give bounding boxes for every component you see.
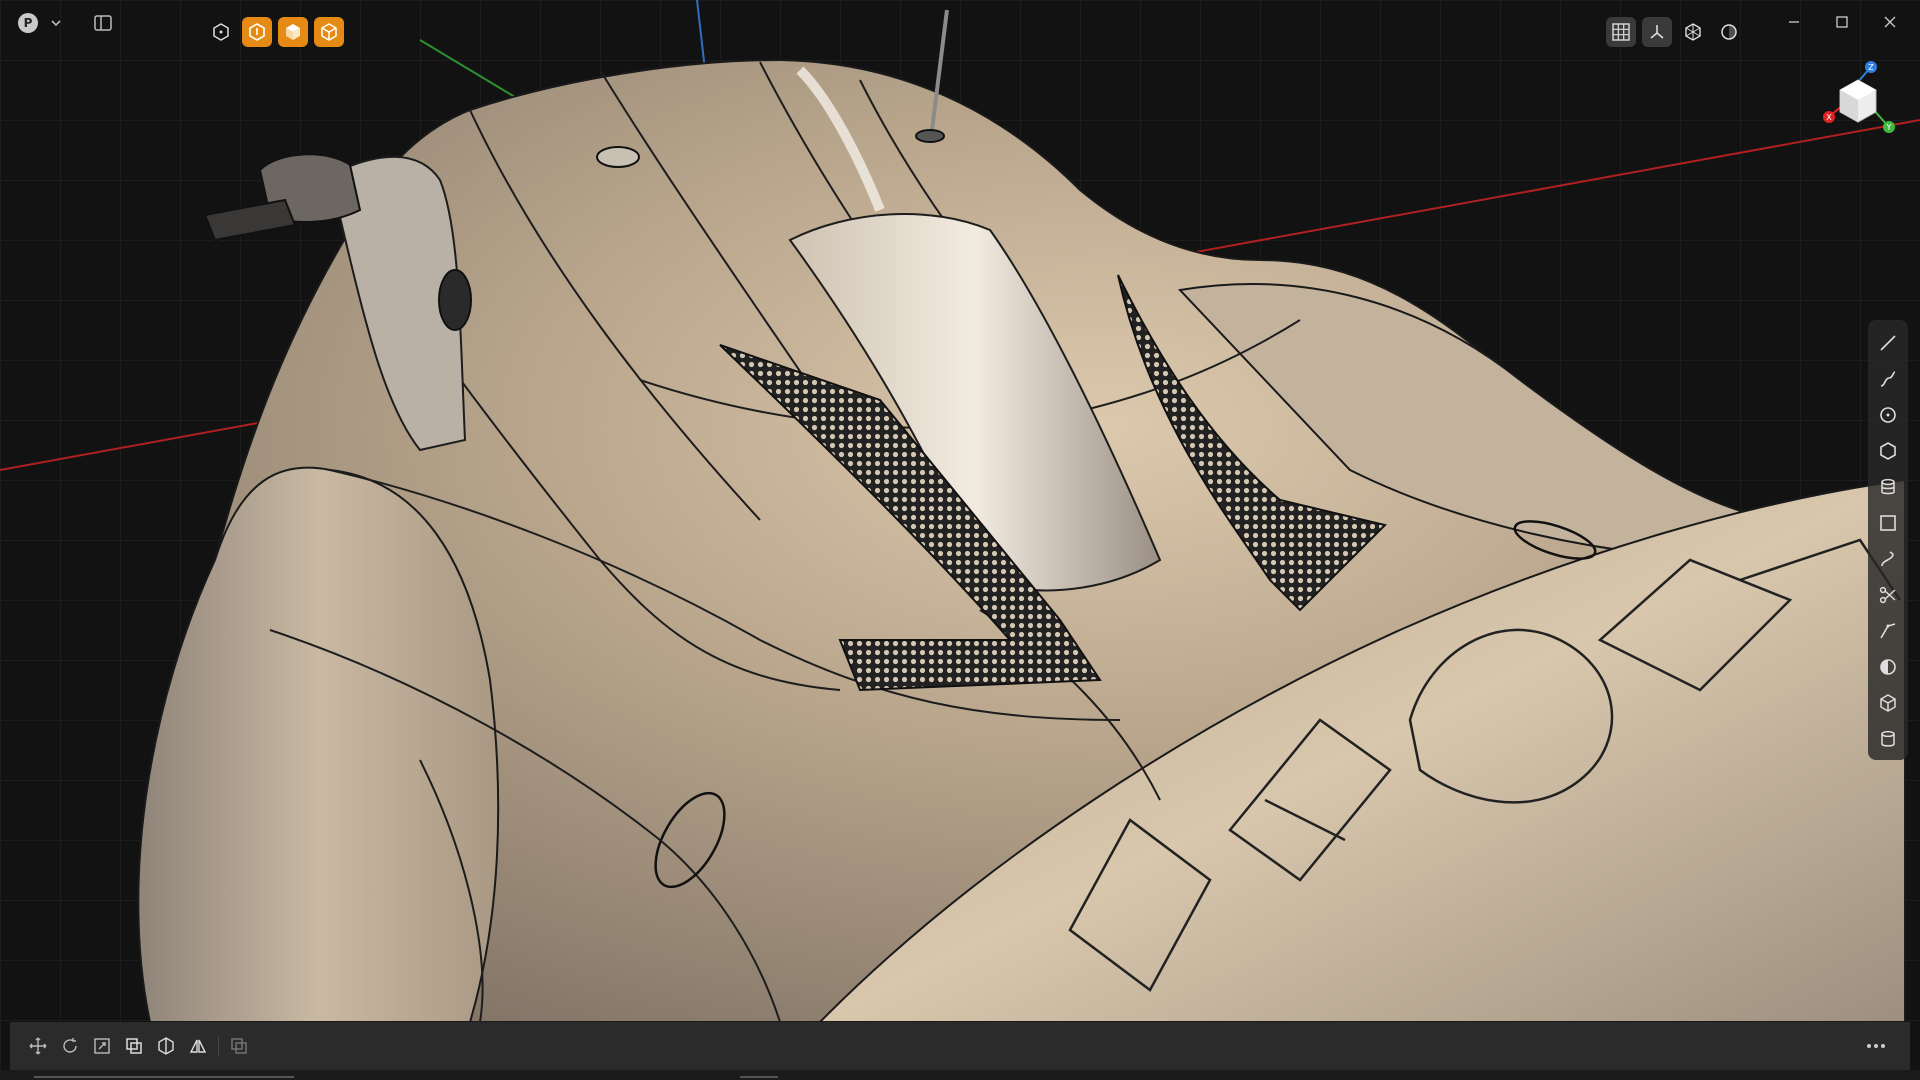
sphere-net-icon bbox=[1685, 23, 1701, 41]
transform-button[interactable] bbox=[150, 1030, 182, 1062]
wireframe-toggle-button[interactable] bbox=[1678, 17, 1708, 47]
curve-tool-button[interactable] bbox=[1871, 362, 1905, 396]
navigation-cube[interactable]: Z X Y bbox=[1818, 58, 1898, 138]
line-tool-button[interactable] bbox=[1871, 326, 1905, 360]
curve-tool-icon bbox=[1880, 371, 1896, 387]
scissors-tool-button[interactable] bbox=[1871, 578, 1905, 612]
bottom-toolbar bbox=[10, 1022, 1910, 1070]
close-icon bbox=[1884, 16, 1896, 28]
circle-tool-button[interactable] bbox=[1871, 398, 1905, 432]
mirror-icon bbox=[189, 1039, 207, 1053]
cylinder-tool-button[interactable] bbox=[1871, 722, 1905, 756]
cylinder-tool-icon bbox=[1881, 730, 1895, 747]
rotate-icon bbox=[63, 1038, 77, 1053]
solid-mode-icon bbox=[286, 24, 300, 40]
stack-tool-icon bbox=[1881, 478, 1895, 495]
minimize-icon bbox=[1789, 21, 1799, 23]
duplicate-button[interactable] bbox=[118, 1030, 150, 1062]
spline-tool-button[interactable] bbox=[1871, 542, 1905, 576]
timeline-track bbox=[34, 1076, 294, 1078]
cube-mode-icon bbox=[321, 23, 337, 41]
title-bar-left: P bbox=[18, 12, 114, 34]
box-tool-button[interactable] bbox=[1871, 686, 1905, 720]
stack-tool-button[interactable] bbox=[1871, 470, 1905, 504]
line-tool-icon bbox=[1880, 335, 1896, 351]
polygon-tool-icon bbox=[1880, 442, 1896, 460]
mirror-light bbox=[438, 269, 472, 331]
rectangle-tool-icon bbox=[1880, 515, 1896, 531]
x-axis-label: X bbox=[1826, 113, 1832, 122]
offset-tool-button[interactable] bbox=[1871, 614, 1905, 648]
maximize-button[interactable] bbox=[1818, 6, 1866, 38]
edit-mode-icon bbox=[249, 23, 265, 41]
move-button[interactable] bbox=[22, 1030, 54, 1062]
circle-icon bbox=[1721, 24, 1737, 40]
grid-icon bbox=[1612, 23, 1630, 41]
minimize-button[interactable] bbox=[1770, 6, 1818, 38]
close-button[interactable] bbox=[1866, 6, 1914, 38]
view-toolbar bbox=[1606, 17, 1744, 47]
more-options-button[interactable] bbox=[1860, 1030, 1892, 1062]
copy-icon bbox=[231, 1038, 247, 1054]
object-mode-button[interactable] bbox=[206, 17, 236, 47]
axes-toggle-button[interactable] bbox=[1642, 17, 1672, 47]
polygon-tool-button[interactable] bbox=[1871, 434, 1905, 468]
mode-toolbar bbox=[206, 17, 344, 47]
maximize-icon bbox=[1836, 16, 1848, 28]
chevron-down-icon[interactable] bbox=[48, 15, 64, 31]
3d-viewport[interactable] bbox=[0, 0, 1920, 1080]
fuel-cap bbox=[596, 146, 640, 168]
shading-toggle-button[interactable] bbox=[1714, 17, 1744, 47]
scissors-tool-icon bbox=[1879, 586, 1896, 604]
panel-toggle-icon[interactable] bbox=[92, 12, 114, 34]
mirror-button[interactable] bbox=[182, 1030, 214, 1062]
move-icon bbox=[29, 1037, 47, 1055]
circle-tool-icon bbox=[1880, 407, 1896, 423]
antenna-base bbox=[915, 129, 945, 143]
object-mode-icon bbox=[213, 23, 229, 41]
scale-button[interactable] bbox=[86, 1030, 118, 1062]
solid-mode-button[interactable] bbox=[278, 17, 308, 47]
half-circle-tool-icon bbox=[1880, 659, 1896, 675]
copy-button[interactable] bbox=[223, 1030, 255, 1062]
right-toolbar bbox=[1868, 320, 1908, 760]
scale-icon bbox=[94, 1038, 110, 1054]
y-axis-label: Y bbox=[1886, 123, 1892, 132]
half-circle-tool-button[interactable] bbox=[1871, 650, 1905, 684]
edit-mode-button[interactable] bbox=[242, 17, 272, 47]
duplicate-icon bbox=[126, 1038, 142, 1054]
z-axis-label: Z bbox=[1868, 63, 1874, 72]
transform-icon bbox=[158, 1037, 174, 1055]
cube-mode-button[interactable] bbox=[314, 17, 344, 47]
more-icon bbox=[1867, 1044, 1885, 1048]
profile-avatar[interactable]: P bbox=[18, 13, 38, 33]
status-strip bbox=[0, 1070, 1920, 1080]
timeline-marker bbox=[740, 1076, 778, 1078]
box-tool-icon bbox=[1880, 694, 1896, 712]
grid-toggle-button[interactable] bbox=[1606, 17, 1636, 47]
rotate-button[interactable] bbox=[54, 1030, 86, 1062]
window-controls bbox=[1770, 6, 1914, 38]
axes-icon bbox=[1650, 25, 1664, 39]
toolbar-divider bbox=[218, 1036, 219, 1056]
rectangle-tool-button[interactable] bbox=[1871, 506, 1905, 540]
spline-tool-icon bbox=[1881, 551, 1894, 567]
offset-tool-icon bbox=[1880, 623, 1896, 639]
